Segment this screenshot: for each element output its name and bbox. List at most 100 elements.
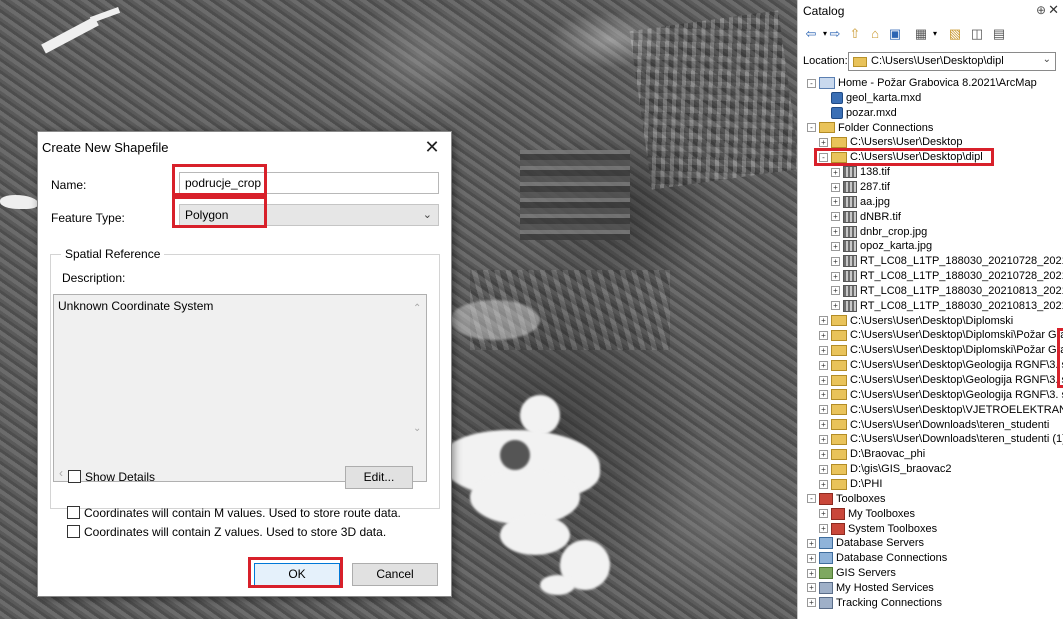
catalog-tree-item[interactable]: + My Toolboxes [819, 507, 915, 522]
catalog-tree-item[interactable]: + C:\Users\User\Desktop\Geologija RGNF\3.… [819, 373, 1063, 388]
scroll-left-icon[interactable]: ‹ [59, 466, 63, 480]
expand-icon[interactable]: + [819, 375, 828, 385]
views-dropdown-icon[interactable]: ▾ [926, 24, 944, 44]
catalog-tree-item[interactable]: + RT_LC08_L1TP_188030_20210728_2021080 [831, 254, 1063, 269]
catalog-tree-item[interactable]: + C:\Users\User\Desktop [819, 135, 962, 150]
location-input[interactable]: C:\Users\User\Desktop\dipl ⌄ [848, 52, 1056, 71]
catalog-tree-item[interactable]: - Folder Connections [807, 121, 933, 136]
expand-icon[interactable]: + [831, 241, 840, 251]
vertical-scrollbar[interactable]: ⌃ ⌄ [409, 295, 426, 465]
catalog-tree-item[interactable]: + C:\Users\User\Desktop\Geologija RGNF\3.… [819, 388, 1063, 403]
catalog-tree-item[interactable]: + RT_LC08_L1TP_188030_20210728_2021080 [831, 269, 1063, 284]
show-details-checkbox[interactable] [68, 470, 81, 483]
catalog-tree-item[interactable]: + opoz_karta.jpg [831, 239, 932, 254]
expand-icon[interactable]: + [819, 464, 828, 474]
collapse-icon[interactable]: - [807, 123, 816, 133]
catalog-tree-item[interactable]: + D:\PHI [819, 477, 882, 492]
feature-type-select[interactable]: Polygon ⌄ [179, 204, 439, 226]
catalog-tree-item[interactable]: + aa.jpg [831, 195, 890, 210]
forward-icon[interactable]: ⇨ [826, 24, 844, 44]
expand-icon[interactable]: + [831, 182, 840, 192]
catalog-tree-item[interactable]: + C:\Users\User\Desktop\VJETROELEKTRANA [819, 403, 1063, 418]
expand-icon[interactable]: + [807, 583, 816, 593]
catalog-tree-item[interactable]: + C:\Users\User\Desktop\Diplomski\Požar G… [819, 343, 1063, 358]
expand-icon[interactable]: + [831, 301, 840, 311]
expand-icon[interactable]: + [819, 449, 828, 459]
chevron-down-icon[interactable]: ⌄ [1043, 54, 1051, 65]
catalog-tree-item[interactable]: + Database Servers [807, 536, 924, 551]
catalog-tree-item-label: C:\Users\User\Downloads\teren_studenti [850, 418, 1050, 431]
expand-icon[interactable]: + [831, 212, 840, 222]
expand-icon[interactable]: + [819, 331, 828, 341]
expand-icon[interactable]: + [807, 568, 816, 578]
catalog-tree-item[interactable]: + My Hosted Services [807, 581, 934, 596]
catalog-tree-item[interactable]: + RT_LC08_L1TP_188030_20210813_2021081 [831, 284, 1063, 299]
expand-icon[interactable]: + [807, 538, 816, 548]
tracking-icon [819, 581, 833, 594]
expand-icon[interactable]: + [819, 509, 828, 519]
expand-icon[interactable]: + [819, 524, 828, 534]
catalog-tree-item[interactable]: pozar.mxd [819, 106, 897, 121]
description-textbox[interactable]: Unknown Coordinate System ⌃ ⌄ ‹ › [53, 294, 427, 482]
cancel-button[interactable]: Cancel [352, 563, 438, 586]
ok-button[interactable]: OK [254, 563, 340, 586]
expand-icon[interactable]: + [831, 197, 840, 207]
catalog-tree-item[interactable]: - Toolboxes [807, 492, 886, 507]
catalog-tree-item[interactable]: + C:\Users\User\Downloads\teren_studenti … [819, 432, 1063, 447]
scroll-down-icon[interactable]: ⌄ [413, 423, 421, 434]
catalog-tree-item[interactable]: - Home - Požar Grabovica 8.2021\ArcMap [807, 76, 1037, 91]
m-values-checkbox[interactable] [67, 506, 80, 519]
catalog-tree-item[interactable]: + D:\gis\GIS_braovac2 [819, 462, 952, 477]
catalog-tree-item[interactable]: + C:\Users\User\Desktop\Diplomski [819, 314, 1013, 329]
up-folder-icon[interactable]: ⇧ [846, 24, 864, 44]
catalog-tree-item[interactable]: + dnbr_crop.jpg [831, 225, 927, 240]
expand-icon[interactable]: + [807, 553, 816, 563]
catalog-tree-item[interactable]: + Database Connections [807, 551, 947, 566]
catalog-tree-item[interactable]: + dNBR.tif [831, 210, 901, 225]
new-folder-icon[interactable]: ▧ [946, 24, 964, 44]
expand-icon[interactable]: + [831, 271, 840, 281]
expand-icon[interactable]: + [819, 360, 828, 370]
collapse-icon[interactable]: - [819, 152, 828, 162]
options-icon[interactable]: ▤ [990, 24, 1008, 44]
name-input[interactable]: podrucje_crop [179, 172, 439, 194]
home-icon[interactable]: ⌂ [866, 24, 884, 44]
connect-folder-icon[interactable]: ▣ [886, 24, 904, 44]
z-values-checkbox[interactable] [67, 525, 80, 538]
expand-icon[interactable]: + [819, 405, 828, 415]
close-icon[interactable]: ✕ [419, 135, 445, 159]
expand-icon[interactable]: + [819, 390, 828, 400]
expand-icon[interactable]: + [819, 316, 828, 326]
catalog-tree-item[interactable]: - C:\Users\User\Desktop\dipl [819, 150, 983, 165]
catalog-tree-item[interactable]: + C:\Users\User\Desktop\Diplomski\Požar G… [819, 328, 1063, 343]
catalog-tree-item[interactable]: +138.tif [831, 165, 890, 180]
description-text: Unknown Coordinate System [58, 299, 214, 313]
expand-icon[interactable]: + [831, 286, 840, 296]
expand-icon[interactable]: + [831, 227, 840, 237]
catalog-tree-item[interactable]: + Tracking Connections [807, 596, 942, 611]
expand-icon[interactable]: + [819, 420, 828, 430]
expand-icon[interactable]: + [819, 434, 828, 444]
catalog-tree-item[interactable]: + RT_LC08_L1TP_188030_20210813_2021081 [831, 299, 1063, 314]
expand-icon[interactable]: + [831, 256, 840, 266]
catalog-tree-item[interactable]: + D:\Braovac_phi [819, 447, 925, 462]
scroll-up-icon[interactable]: ⌃ [413, 303, 421, 314]
catalog-tree-item[interactable]: +287.tif [831, 180, 890, 195]
collapse-icon[interactable]: - [807, 78, 816, 88]
expand-icon[interactable]: + [831, 167, 840, 177]
expand-icon[interactable]: + [819, 479, 828, 489]
catalog-tree-item[interactable]: + C:\Users\User\Desktop\Geologija RGNF\3.… [819, 358, 1063, 373]
pin-icon[interactable]: ⊕ [1036, 3, 1046, 17]
catalog-tree-item[interactable]: + System Toolboxes [819, 522, 937, 537]
expand-icon[interactable]: + [819, 137, 828, 147]
expand-icon[interactable]: + [807, 598, 816, 608]
edit-button[interactable]: Edit... [345, 466, 413, 489]
close-icon[interactable]: ✕ [1048, 2, 1059, 18]
catalog-tree-item[interactable]: geol_karta.mxd [819, 91, 921, 106]
launch-icon[interactable]: ◫ [968, 24, 986, 44]
collapse-icon[interactable]: - [807, 494, 816, 504]
catalog-tree-item[interactable]: + GIS Servers [807, 566, 896, 581]
expand-icon[interactable]: + [819, 345, 828, 355]
catalog-tree-item[interactable]: + C:\Users\User\Downloads\teren_studenti [819, 418, 1049, 433]
map-fields-dark [520, 150, 630, 240]
